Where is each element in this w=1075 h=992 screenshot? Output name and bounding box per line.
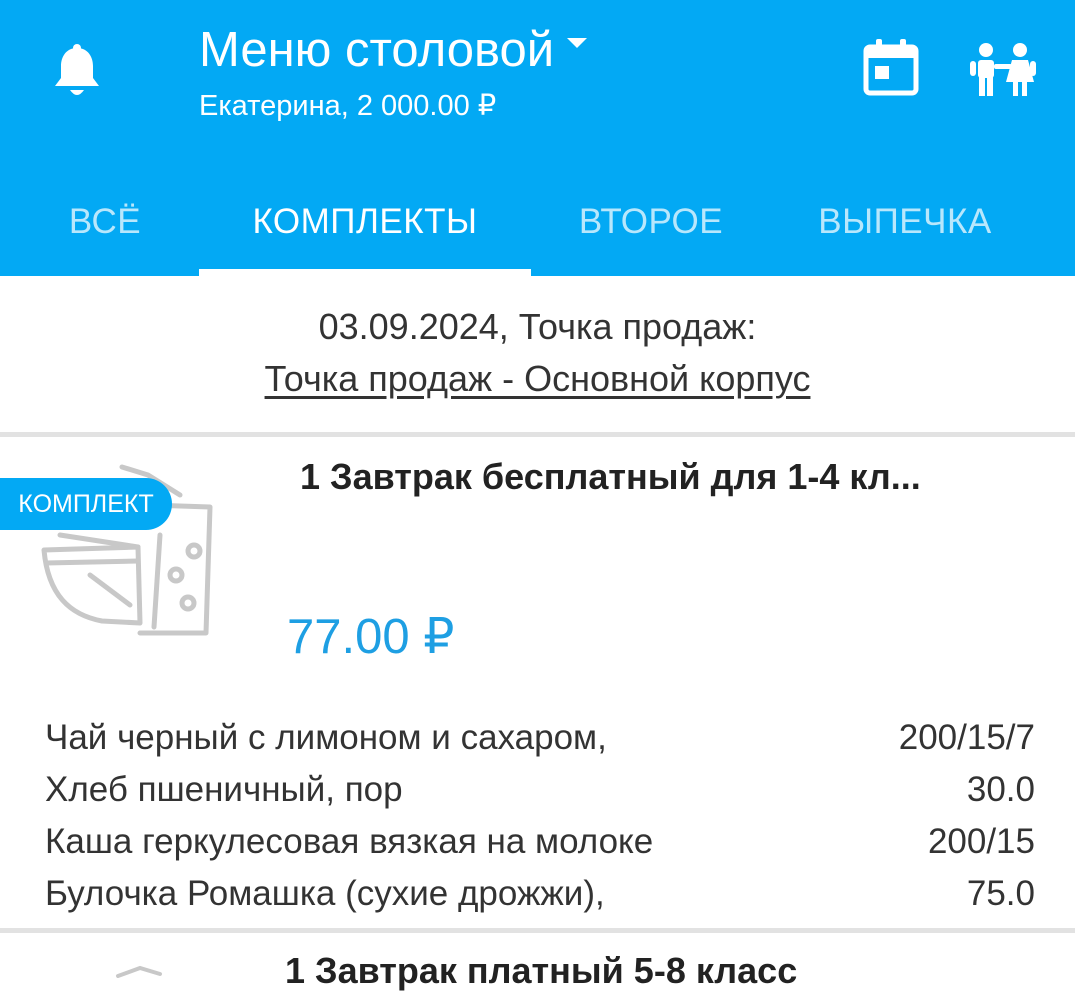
dish-amount: 200/15: [927, 822, 1035, 861]
app-bar: Меню столовой Екатерина, 2 000.00 ₽ ВСЁ …: [0, 0, 1075, 276]
composition-row: Хлеб пшеничный, пор 30.0: [45, 764, 1035, 816]
dish-name: Булочка Ромашка (сухие дрожжи),: [45, 874, 605, 913]
item-title: 1 Завтрак платный 5-8 класс: [285, 950, 798, 991]
user-balance: Екатерина, 2 000.00 ₽: [199, 90, 497, 122]
composition-row: Чай черный с лимоном и сахаром, 200/15/7: [45, 712, 1035, 764]
tab-pastry[interactable]: ВЫПЕЧКА: [780, 172, 1030, 272]
set-badge: КОМПЛЕКТ: [0, 478, 172, 530]
menu-title-dropdown[interactable]: Меню столовой: [199, 22, 590, 78]
tab-main-course[interactable]: ВТОРОЕ: [540, 172, 762, 272]
composition-row: Булочка Ромашка (сухие дрожжи), 75.0: [45, 868, 1035, 920]
tab-all[interactable]: ВСЁ: [20, 172, 190, 272]
date-point-header: 03.09.2024, Точка продаж: Точка продаж -…: [0, 300, 1075, 404]
item-composition: Чай черный с лимоном и сахаром, 200/15/7…: [45, 712, 1035, 920]
dish-name: Каша геркулесовая вязкая на молоке: [45, 822, 654, 861]
children-icon[interactable]: [968, 40, 1038, 98]
page-title: Меню столовой: [199, 23, 555, 77]
item-title: 1 Завтрак бесплатный для 1-4 кл...: [300, 456, 921, 497]
dish-amount: 75.0: [966, 874, 1035, 913]
section-divider: [0, 928, 1075, 933]
date-line: 03.09.2024, Точка продаж:: [318, 306, 757, 347]
meal-set-icon: [116, 965, 162, 978]
dish-name: Чай черный с лимоном и сахаром,: [45, 718, 607, 757]
item-price: 77.00 ₽: [287, 610, 455, 664]
dish-amount: 200/15/7: [898, 718, 1035, 757]
section-divider: [0, 432, 1075, 437]
active-tab-indicator: [199, 269, 531, 276]
chevron-down-icon: [567, 38, 588, 48]
bell-icon[interactable]: [52, 44, 102, 100]
calendar-icon[interactable]: [863, 38, 919, 96]
dish-amount: 30.0: [966, 770, 1035, 809]
sales-point-link[interactable]: Точка продаж - Основной корпус: [265, 358, 811, 399]
composition-row: Каша геркулесовая вязкая на молоке 200/1…: [45, 816, 1035, 868]
tab-sets[interactable]: КОМПЛЕКТЫ: [199, 172, 531, 272]
category-tabs: ВСЁ КОМПЛЕКТЫ ВТОРОЕ ВЫПЕЧКА: [0, 172, 1075, 276]
dish-name: Хлеб пшеничный, пор: [45, 770, 403, 809]
